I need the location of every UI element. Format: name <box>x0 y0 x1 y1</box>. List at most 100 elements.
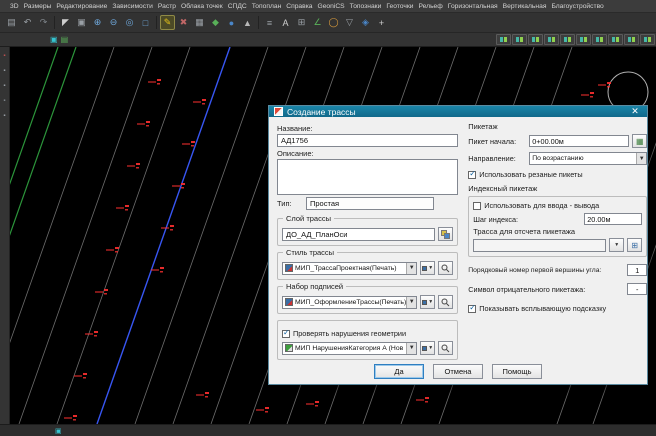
chevron-down-icon[interactable]: ▼ <box>406 297 416 308</box>
chevron-down-icon[interactable]: ▼ <box>636 153 646 164</box>
table-icon[interactable]: ⊞ <box>294 15 309 30</box>
menu-item[interactable]: Зависимости <box>112 3 153 10</box>
menu-item[interactable]: Вертикальная <box>503 3 547 10</box>
zoom-window-icon[interactable]: □ <box>138 15 153 30</box>
vertex-number-input[interactable] <box>627 264 647 276</box>
redo-icon[interactable]: ↷ <box>36 15 51 30</box>
status-model-icon[interactable]: ▣ <box>55 427 62 435</box>
layer-state-button[interactable] <box>624 34 639 45</box>
menu-item[interactable]: 3D <box>10 3 19 10</box>
start-station-input[interactable] <box>529 135 629 147</box>
pan-icon[interactable]: ▣ <box>74 15 89 30</box>
down-triangle-icon[interactable]: ▽ <box>342 15 357 30</box>
broken-station-checkbox[interactable]: ✓ Использовать резаные пикеты <box>468 170 647 179</box>
labelset-group: Набор подписей МИП_ОформлениеТрассы(Печа… <box>277 286 458 314</box>
layer-state-button[interactable] <box>560 34 575 45</box>
draw-pencil-icon[interactable]: ✎ <box>160 15 175 30</box>
close-icon[interactable]: ✕ <box>628 106 642 117</box>
tool-icon[interactable]: ▪ <box>3 98 5 104</box>
layer-state-button[interactable] <box>512 34 527 45</box>
menu-grip-icon[interactable]: ▤ <box>4 15 19 30</box>
style-picker-button[interactable]: ▼ <box>420 261 435 275</box>
menu-item[interactable]: Редактирование <box>56 3 107 10</box>
dialog-titlebar[interactable]: Создание трассы ✕ <box>269 106 647 117</box>
ref-dropdown-button[interactable]: ▼ <box>609 238 624 252</box>
zoom-in-icon[interactable]: ⊕ <box>90 15 105 30</box>
hatch-icon[interactable]: ▦ <box>192 15 207 30</box>
layer-state-button[interactable] <box>640 34 655 45</box>
checkbox-checked-icon: ✓ <box>282 330 290 338</box>
menu-item[interactable]: Облака точек <box>181 3 223 10</box>
menu-item[interactable]: Топоплан <box>252 3 282 10</box>
menu-item[interactable]: Справка <box>286 3 312 10</box>
layer-state-button[interactable] <box>576 34 591 45</box>
layer-swatch-icon <box>600 37 603 42</box>
layer-swatch-icon <box>632 37 635 42</box>
diamond-icon[interactable]: ◈ <box>358 15 373 30</box>
erase-icon[interactable]: ✖ <box>176 15 191 30</box>
menu-item[interactable]: Рельеф <box>419 3 443 10</box>
labelset-picker-button[interactable]: ▼ <box>420 295 435 309</box>
angle-measure-icon[interactable]: ∠ <box>310 15 325 30</box>
triangle-icon[interactable]: ▲ <box>240 15 255 30</box>
violation-picker-button[interactable]: ▼ <box>420 341 435 355</box>
name-input[interactable] <box>277 134 458 147</box>
menu-item[interactable]: Горизонтальная <box>448 3 498 10</box>
negative-symbol-input[interactable] <box>627 283 647 295</box>
menu-item[interactable]: Благоустройство <box>551 3 603 10</box>
type-label: Тип: <box>277 199 303 208</box>
violation-style-combo[interactable]: МИП НарушенияКатегория А (Нов ▼ <box>282 342 417 355</box>
layer-state-button[interactable] <box>544 34 559 45</box>
layer-field[interactable] <box>282 228 435 241</box>
circle-orange-icon[interactable]: ◯ <box>326 15 341 30</box>
tool-icon[interactable]: ▪ <box>3 83 5 89</box>
view-list-icon[interactable]: ▤ <box>61 36 69 44</box>
ref-pick-button[interactable]: ⊞ <box>627 238 642 252</box>
menu-item[interactable]: СПДС <box>228 3 247 10</box>
menu-item[interactable]: GeoniCS <box>318 3 345 10</box>
help-button[interactable]: Помощь <box>492 364 542 379</box>
layer-state-button[interactable] <box>496 34 511 45</box>
description-input[interactable] <box>277 159 458 195</box>
magnifier-icon <box>441 264 450 273</box>
style-combo[interactable]: МИП_ТрассаПроектная(Печать) ▼ <box>282 262 417 275</box>
index-step-input[interactable] <box>584 213 642 225</box>
cancel-button[interactable]: Отмена <box>433 364 483 379</box>
labelset-edit-button[interactable] <box>438 295 453 309</box>
menu-item[interactable]: Геоточки <box>386 3 413 10</box>
vertex-number-label: Порядковый номер первой вершины угла: <box>468 267 601 274</box>
violation-edit-button[interactable] <box>438 341 453 355</box>
zoom-out-icon[interactable]: ⊖ <box>106 15 121 30</box>
check-geometry-checkbox[interactable]: ✓ Проверять нарушения геометрии <box>282 329 453 338</box>
menu-item[interactable]: Растр <box>158 3 176 10</box>
point-icon[interactable]: ◆ <box>208 15 223 30</box>
layer-state-button[interactable] <box>592 34 607 45</box>
ok-button[interactable]: Да <box>374 364 424 379</box>
io-checkbox[interactable]: Использовать для ввода - вывода <box>473 201 642 210</box>
layer-state-button[interactable] <box>528 34 543 45</box>
menu-item[interactable]: Размеры <box>24 3 52 10</box>
index-station-group: Использовать для ввода - вывода Шаг инде… <box>468 196 647 257</box>
menu-item[interactable]: Топознаки <box>350 3 382 10</box>
text-icon[interactable]: A <box>278 15 293 30</box>
direction-combo[interactable]: По возрастанию ▼ <box>529 152 647 165</box>
station-pick-button[interactable]: ▦ <box>632 134 647 148</box>
layer-select-button[interactable] <box>438 227 453 241</box>
tool-red-icon[interactable]: ▪ <box>3 53 5 59</box>
plus-icon[interactable]: + <box>374 15 389 30</box>
zoom-extents-icon[interactable]: ◎ <box>122 15 137 30</box>
layer-state-button[interactable] <box>608 34 623 45</box>
tool-icon[interactable]: ▪ <box>3 68 5 74</box>
labelset-combo[interactable]: МИП_ОформлениеТрассы(Печать) ▼ <box>282 296 417 309</box>
layers-icon[interactable]: ≡ <box>262 15 277 30</box>
circle-icon[interactable]: ● <box>224 15 239 30</box>
chevron-down-icon[interactable]: ▼ <box>406 343 416 354</box>
undo-icon[interactable]: ↶ <box>20 15 35 30</box>
cursor-icon[interactable]: ◤ <box>58 15 73 30</box>
style-edit-button[interactable] <box>438 261 453 275</box>
view-cube-icon[interactable]: ▣ <box>50 36 58 44</box>
tooltip-checkbox[interactable]: ✓ Показывать всплывающую подсказку <box>468 304 647 313</box>
tool-icon[interactable]: ▪ <box>3 113 5 119</box>
ref-alignment-combo[interactable] <box>473 239 606 252</box>
chevron-down-icon[interactable]: ▼ <box>406 263 416 274</box>
